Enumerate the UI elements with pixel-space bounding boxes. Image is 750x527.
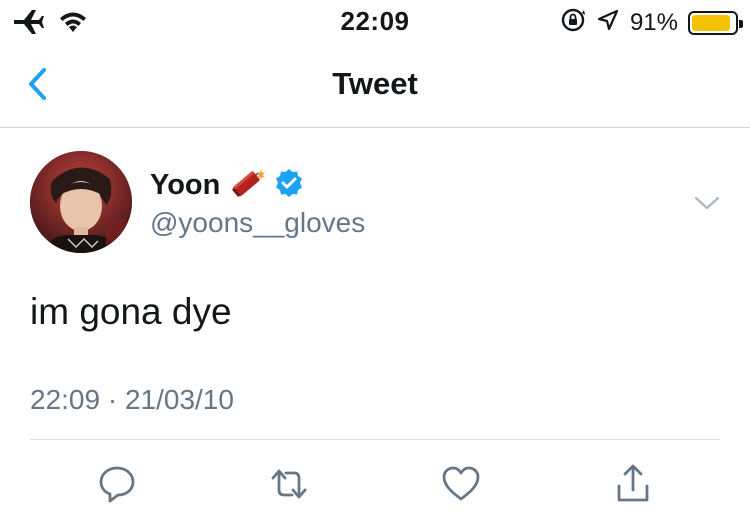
author-name: Yoon	[150, 168, 221, 201]
like-button[interactable]	[439, 462, 483, 506]
status-bar: 22:09 91%	[0, 0, 750, 42]
reply-button[interactable]	[95, 462, 139, 506]
tweet-actions	[0, 462, 750, 506]
battery-percent: 91%	[629, 8, 678, 36]
orientation-lock-icon	[560, 7, 586, 38]
battery-icon	[688, 10, 743, 35]
avatar[interactable]	[30, 151, 132, 253]
battery-fill	[692, 14, 731, 31]
author-handle: @yoons__gloves	[150, 207, 366, 238]
tweet-timestamp: 22:09 · 21/03/10	[30, 384, 234, 415]
reply-icon	[99, 466, 135, 503]
share-button[interactable]	[611, 462, 655, 506]
tweet: Yoon @yoons__gloves im gona dye 22:09 · …	[0, 129, 750, 527]
location-arrow-icon	[596, 8, 620, 37]
like-icon	[442, 466, 480, 501]
status-right: 91%	[560, 7, 743, 38]
share-icon	[617, 464, 649, 502]
retweet-button[interactable]	[267, 462, 311, 506]
retweet-icon	[271, 469, 307, 499]
tweet-text: im gona dye	[30, 291, 232, 332]
author-name-row: Yoon	[150, 167, 365, 203]
tweet-detail-screen: 22:09 91% Tweet Yoon @yoons__gloves im g…	[0, 0, 750, 527]
battery-tip	[739, 19, 743, 28]
divider	[30, 439, 720, 440]
firecracker-icon	[228, 165, 266, 206]
nav-bar: Tweet	[0, 42, 750, 128]
author-block[interactable]: Yoon @yoons__gloves	[150, 167, 365, 239]
tweet-options-button[interactable]	[692, 191, 722, 215]
verified-badge-icon	[274, 168, 304, 203]
page-title: Tweet	[332, 66, 418, 101]
chevron-down-icon	[694, 196, 720, 210]
avatar-image	[30, 151, 132, 253]
